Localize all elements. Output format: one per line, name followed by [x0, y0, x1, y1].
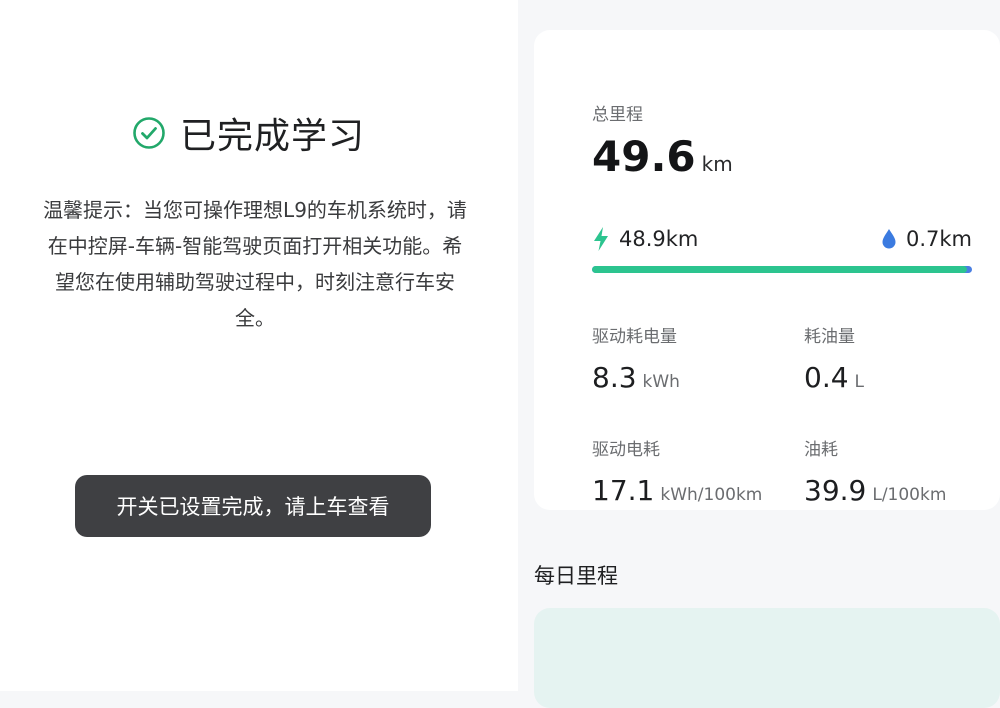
trip-panel: 总里程 49.6 km 48.9km 0.7km 驱动耗电量 8.3 kWh 耗… [518, 0, 1000, 708]
stat-value: 17.1 [592, 474, 655, 507]
stat-fuel-used: 耗油量 0.4 L [804, 322, 864, 394]
stat-unit: kWh/100km [660, 485, 763, 505]
status-row: 已完成学习 [132, 108, 365, 158]
tip-text: 温馨提示：当您可操作理想L9的车机系统时，请在中控屏-车辆-智能驾驶页面打开相关… [43, 198, 467, 330]
stat-energy-consumption: 驱动电耗 17.1 kWh/100km [592, 435, 762, 507]
electric-mileage-value: 48.9km [619, 227, 699, 251]
daily-mileage-title: 每日里程 [534, 564, 618, 588]
stat-label: 油耗 [804, 440, 838, 460]
fuel-mileage-value: 0.7km [905, 227, 972, 251]
stat-unit: L [854, 372, 865, 392]
daily-mileage-chart [534, 608, 1000, 708]
toast-message: 开关已设置完成，请上车查看 [75, 475, 431, 537]
total-mileage-value: 49.6 [592, 132, 696, 181]
check-circle-icon [133, 117, 165, 149]
status-title: 已完成学习 [180, 116, 366, 157]
total-mileage-label: 总里程 [592, 105, 643, 125]
mileage-ratio-bar [592, 266, 972, 273]
stat-value: 0.4 [804, 361, 849, 394]
stat-label: 耗油量 [804, 327, 855, 347]
lightning-icon [594, 227, 608, 251]
stat-value: 8.3 [592, 361, 637, 394]
stat-drive-energy: 驱动耗电量 8.3 kWh [592, 322, 680, 394]
total-mileage-unit: km [701, 152, 733, 176]
fuel-mileage: 0.7km [881, 227, 972, 251]
mileage-split: 48.9km 0.7km [592, 223, 972, 255]
learning-panel: 已完成学习 温馨提示：当您可操作理想L9的车机系统时，请在中控屏-车辆-智能驾驶… [0, 0, 518, 691]
total-mileage: 49.6 km [592, 132, 733, 181]
stat-label: 驱动耗电量 [592, 327, 677, 347]
stat-unit: kWh [642, 372, 680, 392]
stat-value: 39.9 [804, 474, 867, 507]
droplet-icon [882, 229, 896, 249]
stat-unit: L/100km [872, 485, 947, 505]
stat-label: 驱动电耗 [592, 440, 660, 460]
stat-fuel-consumption: 油耗 39.9 L/100km [804, 435, 946, 507]
electric-mileage: 48.9km [592, 226, 698, 252]
electric-ratio-fill [592, 266, 967, 273]
mileage-card: 总里程 49.6 km 48.9km 0.7km 驱动耗电量 8.3 kWh 耗… [534, 30, 1000, 510]
